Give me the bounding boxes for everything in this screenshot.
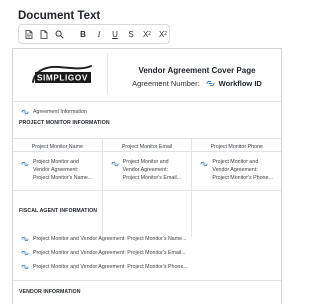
- agreement-number-row: Agreement Number: Workflow ID: [113, 79, 281, 88]
- subscript-button[interactable]: X2: [141, 27, 153, 41]
- workflow-id-field[interactable]: Workflow ID: [206, 79, 262, 88]
- cell-line: Project Monitor's Phone...: [212, 174, 273, 181]
- workflow-id-text: Workflow ID: [218, 79, 262, 88]
- table-column-name: Project Monitor Name Project Monitor and…: [13, 139, 102, 237]
- agreement-info-label: Agreement Information: [33, 109, 87, 115]
- table-cell[interactable]: Project Monitor and Vendor Agreement: Pr…: [21, 159, 101, 182]
- underline-button[interactable]: U: [109, 27, 121, 41]
- page-icon[interactable]: [38, 27, 50, 41]
- list-item[interactable]: Project Monitor and Vendor Agreement: Pr…: [21, 232, 271, 246]
- link-icon: [206, 81, 215, 86]
- list-item-text: Project Monitor and Vendor Agreement: Pr…: [33, 250, 186, 256]
- simpligov-logo: SIMPLIGOV: [17, 54, 107, 98]
- cell-line: Vendor Agreement:: [33, 166, 79, 173]
- table-column-phone: Project Monitor Phone Project Monitor an…: [191, 139, 282, 237]
- document-page: SIMPLIGOV Vendor Agreement Cover Page Ag…: [12, 48, 282, 304]
- search-icon[interactable]: [53, 27, 65, 41]
- list-item[interactable]: Project Monitor and Vendor Agreement: Pr…: [21, 246, 271, 260]
- cell-line: Project Monitor and: [33, 159, 79, 165]
- column-divider: [13, 151, 102, 152]
- cell-line: Project Monitor and: [212, 159, 259, 165]
- cover-section: SIMPLIGOV Vendor Agreement Cover Page Ag…: [13, 49, 281, 99]
- table-column-email: Project Monitor Email Project Monitor an…: [101, 139, 192, 237]
- agreement-info-field[interactable]: Agreement Information: [21, 109, 87, 115]
- document-icon[interactable]: [23, 27, 35, 41]
- italic-button[interactable]: I: [93, 27, 105, 41]
- cell-line: Project Monitor and: [122, 159, 169, 165]
- bold-button[interactable]: B: [77, 27, 89, 41]
- list-item-text: Project Monitor and Vendor Agreement: Pr…: [33, 264, 188, 270]
- link-icon: [21, 109, 29, 115]
- section-divider: [13, 280, 281, 281]
- link-icon: [200, 161, 208, 167]
- editor-title: Document Text: [18, 10, 101, 22]
- link-icon: [21, 264, 29, 270]
- strikethrough-button[interactable]: S: [125, 27, 137, 41]
- cell-line: Project Monitor's Email...: [122, 174, 182, 181]
- list-item[interactable]: Project Monitor and Vendor Agreement: Pr…: [21, 260, 271, 274]
- section-divider: [13, 190, 281, 191]
- table-cell[interactable]: Project Monitor and Vendor Agreement: Pr…: [200, 159, 280, 182]
- project-monitor-table: Project Monitor Name Project Monitor and…: [13, 139, 282, 237]
- link-icon: [21, 161, 29, 167]
- link-icon: [111, 161, 119, 167]
- cell-line: Vendor Agreement:: [212, 166, 258, 173]
- cell-line: Project Monitor's Name...: [33, 174, 93, 181]
- column-divider: [102, 151, 192, 152]
- column-divider: [192, 151, 282, 152]
- link-icon: [21, 236, 29, 242]
- svg-text:SIMPLIGOV: SIMPLIGOV: [37, 74, 88, 83]
- agreement-number-label: Agreement Number:: [132, 79, 200, 88]
- cell-line: Vendor Agreement:: [122, 166, 169, 173]
- link-icon: [21, 250, 29, 256]
- superscript-button[interactable]: X2: [157, 27, 169, 41]
- formatting-toolbar: B I U S X2 X2: [18, 24, 170, 44]
- fiscal-agent-heading: FISCAL AGENT INFORMATION: [19, 208, 98, 214]
- table-cell[interactable]: Project Monitor and Vendor Agreement: Pr…: [111, 159, 191, 182]
- cover-divider: [107, 54, 108, 94]
- list-item-text: Project Monitor and Vendor Agreement: Pr…: [33, 236, 187, 242]
- project-monitor-heading: PROJECT MONITOR INFORMATION: [19, 120, 110, 126]
- vendor-heading: VENDOR INFORMATION: [19, 289, 81, 295]
- fiscal-agent-list: Project Monitor and Vendor Agreement: Pr…: [21, 232, 271, 274]
- section-divider: [13, 101, 281, 102]
- cover-title: Vendor Agreement Cover Page: [138, 66, 256, 75]
